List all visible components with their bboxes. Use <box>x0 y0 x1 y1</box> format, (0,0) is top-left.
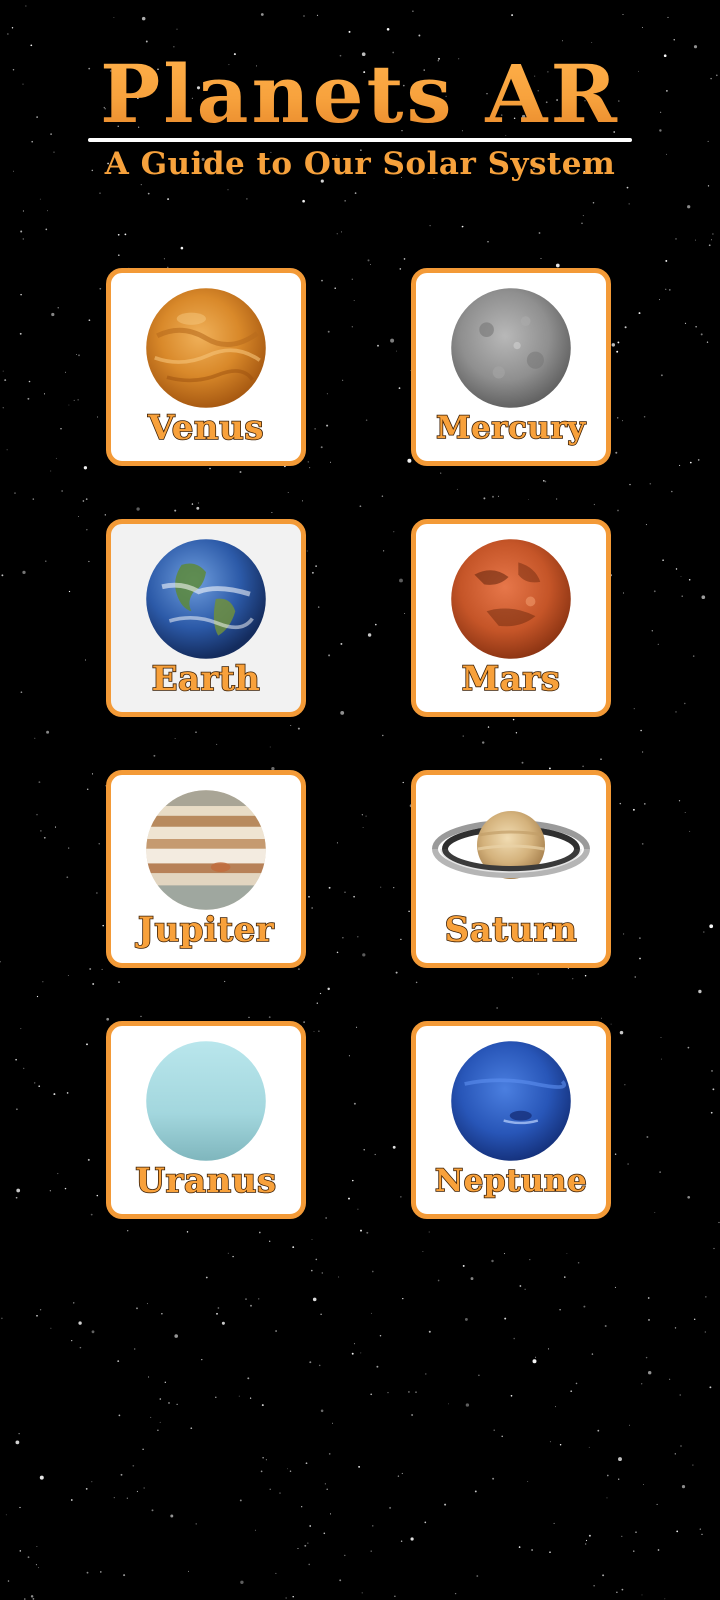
planet-label-mercury: Mercury <box>435 409 586 447</box>
jupiter-icon <box>145 789 267 911</box>
app-subtitle: A Guide to Our Solar System <box>104 146 616 182</box>
venus-icon <box>145 287 267 409</box>
app-title: Planets AR <box>0 52 720 136</box>
uranus-icon <box>145 1040 267 1162</box>
planet-card-jupiter[interactable]: Jupiter <box>106 770 306 968</box>
planet-grid: Venus Mercury Earth Mars Jupiter Saturn … <box>106 268 616 1219</box>
neptune-icon <box>450 1040 572 1162</box>
planet-label-uranus: Uranus <box>135 1161 277 1201</box>
planet-card-mercury[interactable]: Mercury <box>411 268 611 466</box>
planet-card-uranus[interactable]: Uranus <box>106 1021 306 1219</box>
planet-card-earth[interactable]: Earth <box>106 519 306 717</box>
planet-label-neptune: Neptune <box>434 1162 588 1200</box>
mercury-icon <box>450 287 572 409</box>
saturn-icon <box>431 809 591 889</box>
planet-card-venus[interactable]: Venus <box>106 268 306 466</box>
planet-label-saturn: Saturn <box>444 910 578 950</box>
earth-icon <box>145 538 267 660</box>
planet-label-jupiter: Jupiter <box>137 910 275 950</box>
app-header: Planets AR A Guide to Our Solar System <box>0 52 720 184</box>
planet-label-venus: Venus <box>147 408 264 448</box>
planet-card-neptune[interactable]: Neptune <box>411 1021 611 1219</box>
planet-label-mars: Mars <box>461 659 561 699</box>
planet-label-earth: Earth <box>151 659 261 699</box>
planet-card-mars[interactable]: Mars <box>411 519 611 717</box>
planet-card-saturn[interactable]: Saturn <box>411 770 611 968</box>
mars-icon <box>450 538 572 660</box>
